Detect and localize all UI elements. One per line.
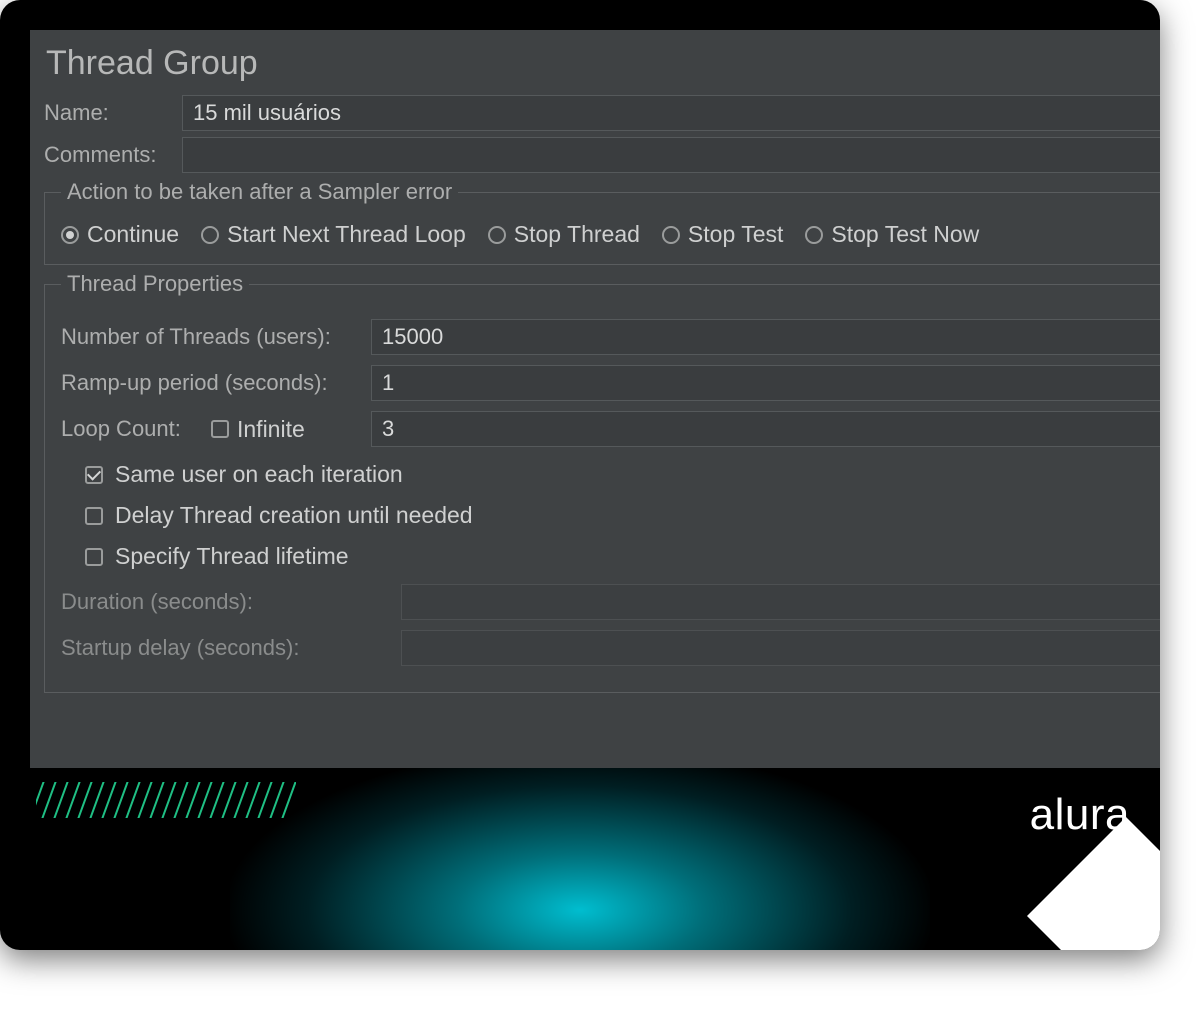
radio-icon [61,226,79,244]
glow-decoration [230,750,930,950]
comments-input[interactable] [182,137,1160,173]
checkbox-icon [85,466,103,484]
thread-properties-group: Thread Properties Number of Threads (use… [44,271,1160,693]
checkbox-icon [211,420,229,438]
radio-stop-test-now[interactable]: Stop Test Now [805,221,979,248]
name-input[interactable] [182,95,1160,131]
app-card: Thread Group Name: Comments: Action to b… [0,0,1160,950]
slash-decoration [36,782,296,818]
specify-lifetime-checkbox[interactable]: Specify Thread lifetime [85,543,1160,570]
sampler-error-legend: Action to be taken after a Sampler error [61,179,458,205]
radio-icon [488,226,506,244]
ramp-up-label: Ramp-up period (seconds): [61,370,361,396]
loop-count-label: Loop Count: [61,416,201,442]
thread-group-panel: Thread Group Name: Comments: Action to b… [30,30,1160,768]
radio-icon [805,226,823,244]
delay-creation-checkbox[interactable]: Delay Thread creation until needed [85,502,1160,529]
loop-count-row: Loop Count: Infinite [61,411,1160,447]
radio-stop-test[interactable]: Stop Test [662,221,783,248]
comments-label: Comments: [44,142,172,168]
radio-label: Start Next Thread Loop [227,221,466,248]
radio-start-next-loop[interactable]: Start Next Thread Loop [201,221,466,248]
sampler-error-group: Action to be taken after a Sampler error… [44,179,1160,265]
same-user-label: Same user on each iteration [115,461,403,488]
specify-lifetime-label: Specify Thread lifetime [115,543,349,570]
radio-label: Stop Test [688,221,783,248]
duration-input [401,584,1160,620]
radio-label: Stop Test Now [831,221,979,248]
delay-creation-label: Delay Thread creation until needed [115,502,473,529]
name-row: Name: [44,95,1160,131]
comments-row: Comments: [44,137,1160,173]
radio-icon [662,226,680,244]
startup-delay-row: Startup delay (seconds): [61,630,1160,666]
checkbox-icon [85,507,103,525]
sampler-error-options: Continue Start Next Thread Loop Stop Thr… [61,221,1160,248]
num-threads-input[interactable] [371,319,1160,355]
thread-properties-legend: Thread Properties [61,271,249,297]
infinite-label: Infinite [237,416,305,443]
radio-icon [201,226,219,244]
radio-label: Stop Thread [514,221,640,248]
radio-stop-thread[interactable]: Stop Thread [488,221,640,248]
radio-continue[interactable]: Continue [61,221,179,248]
num-threads-row: Number of Threads (users): [61,319,1160,355]
duration-label: Duration (seconds): [61,589,391,615]
startup-delay-label: Startup delay (seconds): [61,635,391,661]
loop-count-input[interactable] [371,411,1160,447]
ramp-up-input[interactable] [371,365,1160,401]
num-threads-label: Number of Threads (users): [61,324,361,350]
panel-title: Thread Group [44,44,1160,83]
ramp-up-row: Ramp-up period (seconds): [61,365,1160,401]
radio-label: Continue [87,221,179,248]
infinite-checkbox[interactable]: Infinite [211,416,361,443]
checkbox-icon [85,548,103,566]
name-label: Name: [44,100,172,126]
duration-row: Duration (seconds): [61,584,1160,620]
startup-delay-input [401,630,1160,666]
same-user-checkbox[interactable]: Same user on each iteration [85,461,1160,488]
